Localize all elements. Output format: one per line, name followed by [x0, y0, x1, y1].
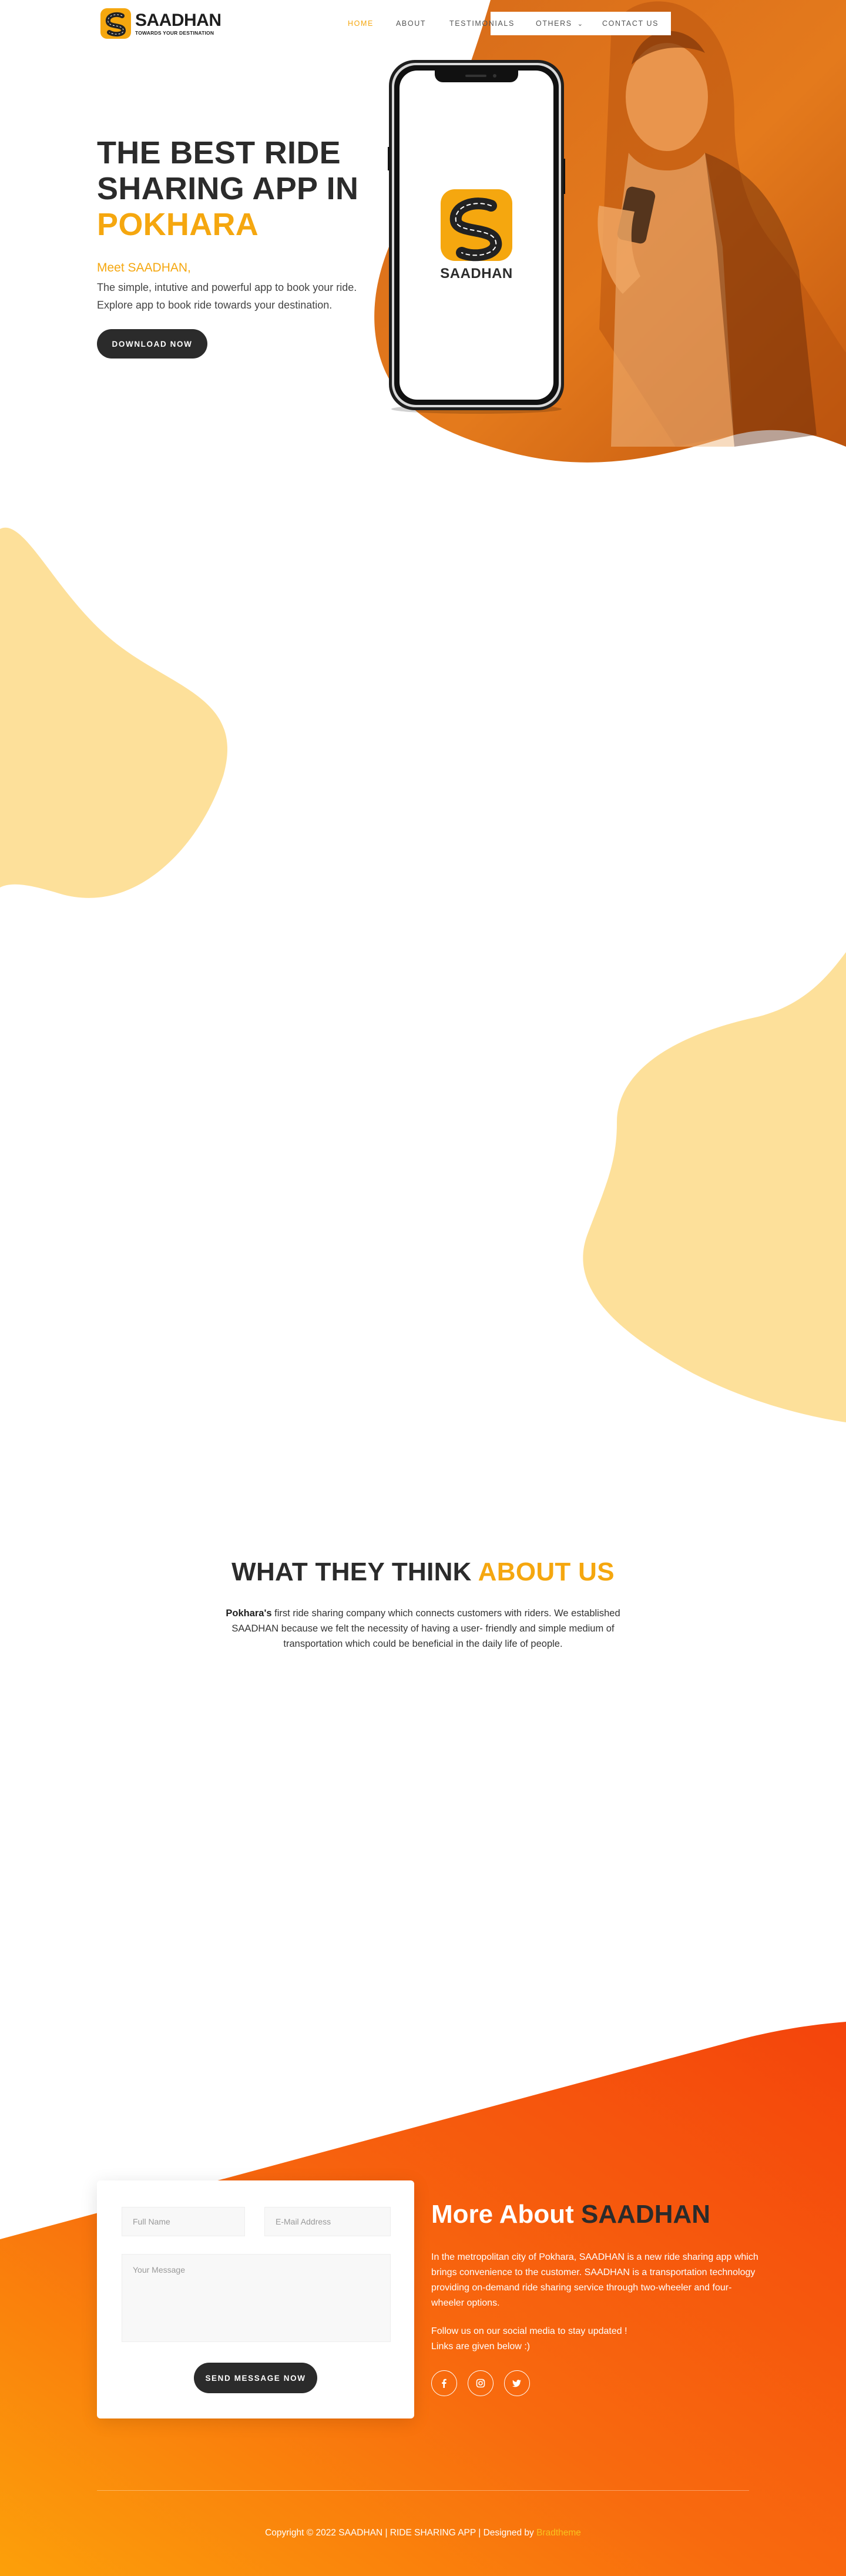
main-nav: HOME ABOUT TESTIMONIALS OTHERS ⌄ CONTACT… — [335, 12, 671, 35]
send-message-button[interactable]: SEND MESSAGE NOW — [194, 2363, 317, 2393]
about-title-accent: SAADHAN — [581, 2200, 711, 2229]
instagram-link[interactable] — [468, 2370, 494, 2396]
chevron-down-icon: ⌄ — [577, 21, 584, 28]
copyright-text: Copyright © 2022 SAADHAN | RIDE SHARING … — [0, 2528, 846, 2538]
nav-home[interactable]: HOME — [348, 19, 374, 28]
hero-desc-line2: Explore app to book ride towards your de… — [97, 299, 333, 311]
designer-link[interactable]: Bradtheme — [536, 2528, 581, 2538]
phone-mockup: SAADHAN — [388, 59, 565, 415]
about-description: In the metropolitan city of Pokhara, SAA… — [431, 2252, 758, 2308]
hero-title-line2: SHARING APP IN — [97, 171, 359, 206]
about-title: More About SAADHAN — [431, 2200, 710, 2229]
about-follow-text: Follow us on our social media to stay up… — [431, 2324, 760, 2354]
copyright-main: Copyright © 2022 SAADHAN | RIDE SHARING … — [265, 2528, 534, 2538]
twitter-link[interactable] — [504, 2370, 530, 2396]
twitter-icon — [512, 2380, 521, 2387]
about-follow-line1: Follow us on our social media to stay up… — [431, 2326, 627, 2336]
nav-about[interactable]: ABOUT — [396, 19, 426, 28]
hero-section: THE BEST RIDE SHARING APP IN POKHARA Mee… — [0, 0, 846, 470]
hero-title-line1: THE BEST RIDE — [97, 135, 341, 170]
hero-title: THE BEST RIDE SHARING APP IN POKHARA — [97, 135, 402, 243]
testimonials-title: WHAT THEY THINK ABOUT US — [0, 1557, 846, 1587]
about-title-main: More About — [431, 2200, 574, 2229]
site-header: SAADHAN TOWARDS YOUR DESTINATION HOME AB… — [0, 0, 846, 47]
nav-testimonials[interactable]: TESTIMONIALS — [449, 19, 515, 28]
facebook-icon — [442, 2379, 446, 2388]
hero-meet-text: Meet SAADHAN, — [97, 261, 191, 274]
phone-app-logo-icon — [441, 189, 512, 262]
email-input[interactable]: E-Mail Address — [264, 2207, 391, 2236]
saadhan-logo-icon — [100, 8, 131, 39]
full-name-input[interactable]: Full Name — [122, 2207, 245, 2236]
footer-divider — [97, 2490, 749, 2491]
hero-title-accent: POKHARA — [97, 207, 259, 242]
testimonials-desc-text: first ride sharing company which connect… — [231, 1608, 620, 1649]
message-textarea[interactable]: Your Message — [122, 2254, 391, 2342]
decorative-blob-right — [583, 952, 846, 1422]
nav-contact-us[interactable]: CONTACT US — [602, 19, 659, 28]
brand-name: SAADHAN — [135, 10, 221, 30]
decorative-blob-left — [0, 527, 228, 898]
testimonials-title-main: WHAT THEY THINK — [231, 1557, 472, 1586]
hero-desc-line1: The simple, intutive and powerful app to… — [97, 282, 357, 293]
download-now-button[interactable]: DOWNLOAD NOW — [97, 329, 207, 359]
nav-others[interactable]: OTHERS ⌄ — [536, 19, 584, 28]
testimonials-title-accent: ABOUT US — [478, 1557, 615, 1586]
contact-form-card: Full Name E-Mail Address Your Message SE… — [97, 2180, 414, 2418]
facebook-link[interactable] — [431, 2370, 457, 2396]
instagram-icon — [476, 2379, 485, 2388]
about-follow-line2: Links are given below :) — [431, 2341, 531, 2351]
testimonials-desc-bold: Pokhara's — [226, 1608, 272, 1619]
nav-others-label: OTHERS — [536, 19, 572, 28]
phone-app-name: SAADHAN — [440, 266, 513, 282]
brand-logo[interactable]: SAADHAN TOWARDS YOUR DESTINATION — [100, 7, 226, 40]
testimonials-description: Pokhara's first ride sharing company whi… — [217, 1606, 629, 1652]
brand-tagline: TOWARDS YOUR DESTINATION — [135, 29, 214, 36]
hero-description: The simple, intutive and powerful app to… — [97, 279, 402, 314]
